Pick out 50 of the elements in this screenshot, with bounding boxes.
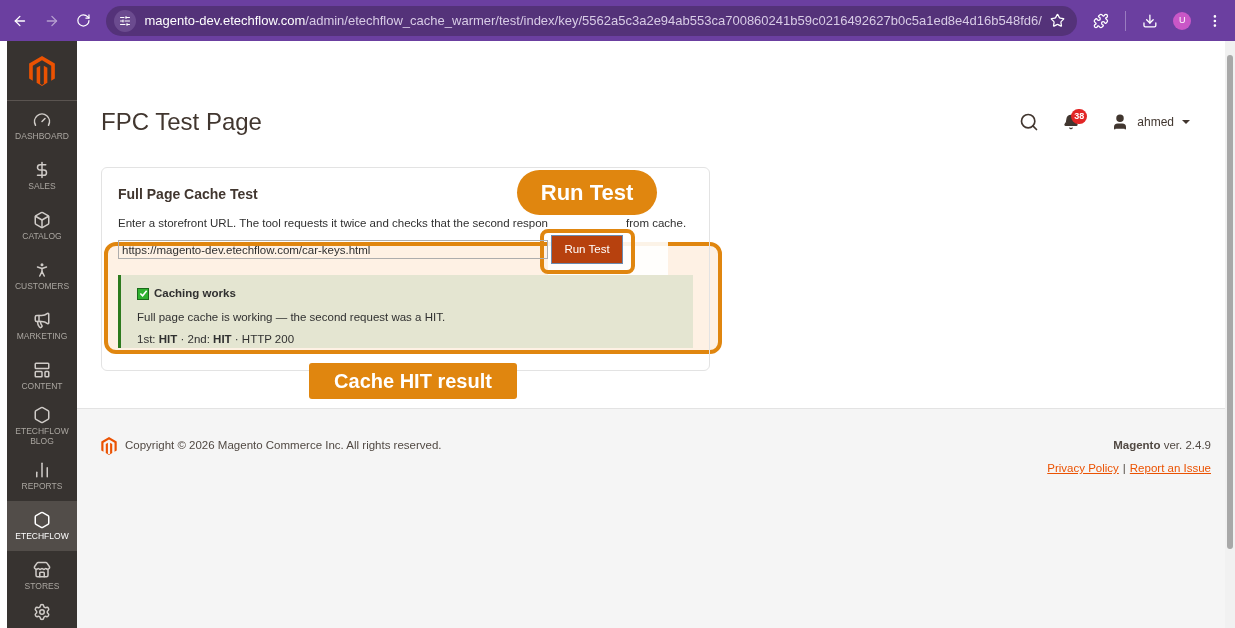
profile-avatar[interactable]: U [1173,11,1192,30]
sidebar-item-icon [33,361,51,379]
download-icon[interactable] [1141,12,1158,29]
bookmark-star-icon[interactable] [1049,13,1065,28]
card-description: from cache. [626,216,687,231]
callout-label: Run Test [517,170,657,215]
link-separator: | [1122,461,1126,477]
result-title: Caching works [154,286,236,302]
sidebar-item[interactable]: STORES [7,551,77,601]
sidebar-item[interactable]: ETECHFLOW BLOG [7,401,77,451]
checkmark-icon [137,287,149,300]
sidebar-item-icon [33,406,51,424]
result-details: 1st: HIT · 2nd: HIT · HTTP 200 [137,331,296,347]
card-description: Enter a storefront URL. The tool requests it twice and checks that the second respon [118,216,548,231]
settings-icon[interactable] [33,603,51,621]
result-text: Full page cache is working — the second request was a HIT. [137,309,447,325]
sidebar-item[interactable]: REPORTS [7,451,77,501]
sidebar-item-icon [33,211,51,229]
magento-logo [101,437,117,455]
address-bar[interactable]: magento-dev.etechflow.com/admin/etechflow_cache_warmer/test/index/key/5562a5c3a2e94ab553ca700860241b59c0216492627b0c5a1ed8e4d16b548fd6/ [106,5,1077,36]
extensions-icon[interactable] [1092,12,1109,29]
report-issue-link[interactable]: Report an Issue [1129,460,1211,478]
notification-count: 38 [1071,109,1088,124]
sidebar-item-icon [33,111,51,129]
sidebar-item[interactable]: SALES [7,151,77,201]
search-icon[interactable] [1019,112,1040,132]
sidebar-item-icon [33,561,51,579]
card-title: Full Page Cache Test [118,185,258,204]
url-text: magento-dev.etechflow.com/admin/etechflow_cache_warmer/test/index/key/5562a5c3a2e94ab553ca700860241b59c0216492627b0c5a1ed8e4d16b548fd6/ [144,11,1042,30]
sidebar-item[interactable]: CUSTOMERS [7,251,77,301]
reload-icon[interactable] [75,13,91,28]
copyright-text: Copyright © 2026 Magento Commerce Inc. All rights reserved. [125,438,442,453]
sidebar-item-icon [33,311,51,329]
sidebar-item[interactable]: CONTENT [7,351,77,401]
url-input[interactable]: https://magento-dev.etechflow.com/car-keys.html [118,240,548,260]
scrollbar-thumb[interactable] [1227,55,1233,549]
callout-label: Cache HIT result [309,363,517,399]
user-menu[interactable]: ahmed [1111,113,1190,131]
page-title: FPC Test Page [101,107,262,137]
version-text: Magento ver. 2.4.9 [1113,438,1211,453]
site-info-icon[interactable] [119,14,132,27]
run-test-button[interactable]: Run Test [551,235,623,265]
sidebar-item[interactable]: CATALOG [7,201,77,251]
privacy-policy-link[interactable]: Privacy Policy [1047,460,1119,478]
sidebar-item[interactable]: DASHBOARD [7,101,77,151]
magento-logo [29,55,55,86]
sidebar-item[interactable]: ETECHFLOW [7,501,77,551]
sidebar-item-icon [33,461,51,479]
sidebar-item-icon [33,511,51,529]
sidebar-item[interactable]: MARKETING [7,301,77,351]
